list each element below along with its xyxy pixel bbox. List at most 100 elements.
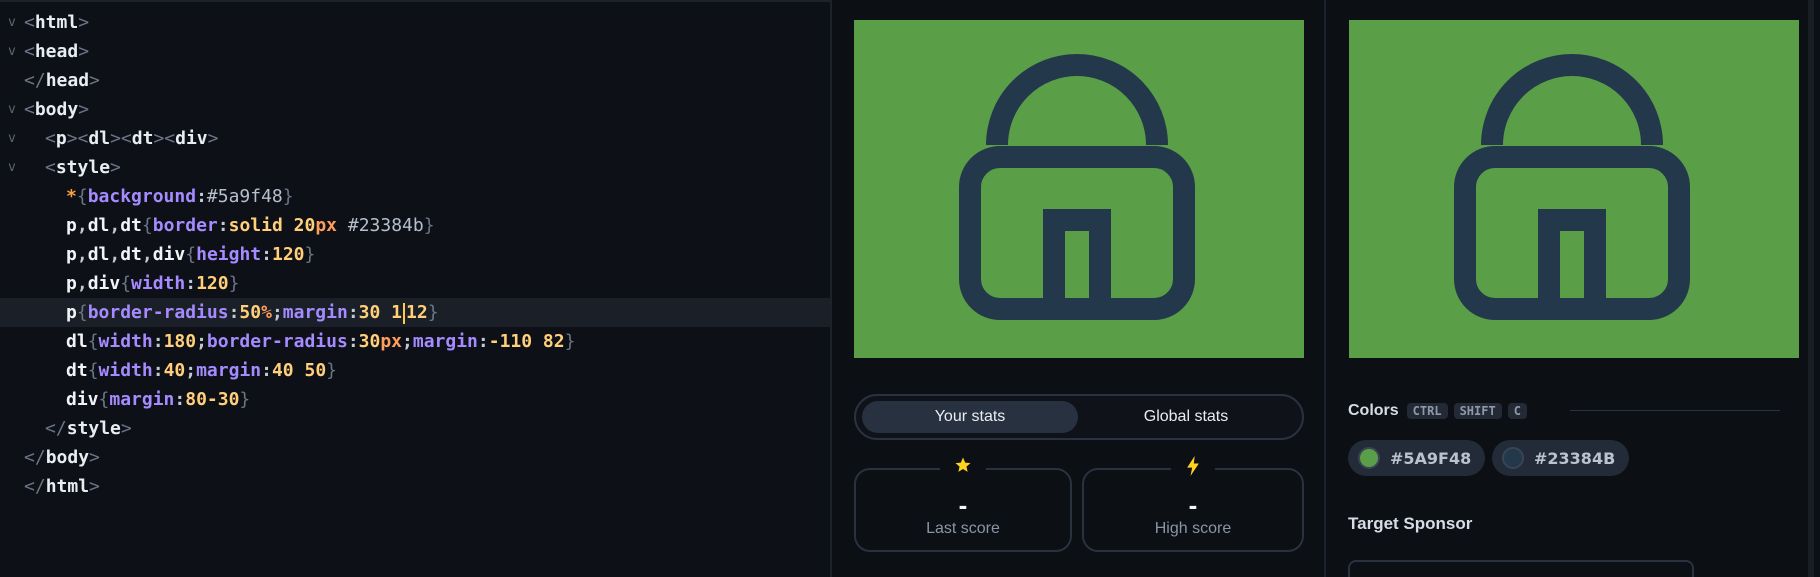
code-line[interactable]: </head> [0, 66, 830, 95]
color-swatch-green[interactable]: #5A9F48 [1348, 440, 1485, 476]
code-text: <style> [45, 153, 121, 182]
code-token: < [24, 12, 35, 33]
fold-chevron-icon[interactable]: v [8, 8, 16, 37]
code-text: <p><dl><dt><div> [45, 124, 218, 153]
text-cursor [403, 302, 406, 324]
code-token: < [45, 128, 56, 149]
code-token: , [76, 215, 88, 236]
code-token: width [98, 360, 153, 381]
code-token: #5a9f48 [206, 186, 283, 207]
code-line[interactable]: p{border-radius:50%;margin:30 1 12} [0, 298, 830, 327]
code-text: p,dl,dt{border:solid 20px #23384b} [66, 211, 435, 240]
code-token: : [196, 186, 207, 207]
code-line[interactable]: v <head> [0, 37, 830, 66]
code-token: > [120, 418, 132, 439]
code-token: dt [66, 360, 88, 381]
code-line[interactable]: *{background:#5a9f48} [0, 182, 830, 211]
code-line[interactable]: v <p><dl><dt><div> [0, 124, 830, 153]
code-token: >< [66, 128, 89, 149]
code-editor[interactable]: v <html> v <head> </head> v <body> v <p><dl><dt>… [0, 0, 830, 577]
code-line[interactable]: dl{width:180;border-radius:30px;margin:-… [0, 327, 830, 356]
code-token: : [174, 389, 186, 410]
code-token: div [152, 244, 186, 265]
output-render [959, 54, 1195, 320]
code-token: margin [412, 331, 478, 352]
code-text: *{background:#5a9f48} [66, 182, 294, 211]
code-token: solid [228, 215, 294, 236]
code-text: div{margin:80-30} [66, 385, 250, 414]
code-token: div [87, 273, 121, 294]
code-text: dt{width:40;margin:40 50} [66, 356, 337, 385]
code-token: head [34, 41, 79, 62]
code-text: p{border-radius:50%;margin:30 1 12} [66, 298, 439, 327]
code-token: : [347, 331, 359, 352]
code-line[interactable]: </style> [0, 414, 830, 443]
code-token: { [76, 186, 88, 207]
target-render [1454, 54, 1690, 320]
shortcut-key: C [1507, 403, 1527, 419]
swatch-hex: #5A9F48 [1390, 448, 1472, 468]
code-token: , [141, 244, 153, 265]
fold-chevron-icon[interactable]: v [8, 124, 16, 153]
code-text: </html> [24, 472, 100, 501]
code-token: { [76, 302, 88, 323]
code-line[interactable]: div{margin:80-30} [0, 385, 830, 414]
tab-your-stats[interactable]: Your stats [862, 401, 1078, 433]
code-token: * [66, 186, 77, 207]
code-line[interactable]: </body> [0, 443, 830, 472]
code-token: </ [24, 70, 46, 91]
code-token: } [427, 302, 439, 323]
fold-chevron-icon[interactable]: v [8, 153, 16, 182]
code-token: > [78, 12, 90, 33]
code-line[interactable]: p,div{width:120} [0, 269, 830, 298]
code-line[interactable]: p,dl,dt{border:solid 20px #23384b} [0, 211, 830, 240]
code-token: width [131, 273, 186, 294]
code-line[interactable]: v <style> [0, 153, 830, 182]
code-line[interactable]: v <body> [0, 95, 830, 124]
panel-divider[interactable] [830, 0, 832, 577]
fold-chevron-icon[interactable]: v [8, 37, 16, 66]
code-token: body [34, 99, 79, 120]
code-token: > [78, 99, 90, 120]
code-token: 30 1 [358, 302, 403, 323]
code-token: , [109, 215, 121, 236]
code-line[interactable]: p,dl,dt,div{height:120} [0, 240, 830, 269]
code-token: p [66, 215, 77, 236]
code-token: : [185, 273, 197, 294]
code-token: } [326, 360, 337, 381]
code-token: 40 50 [271, 360, 327, 381]
code-token: dt [131, 128, 154, 149]
code-token: ; [196, 331, 207, 352]
tab-global-stats[interactable]: Global stats [1078, 401, 1294, 433]
fold-chevron-icon[interactable]: v [8, 95, 16, 124]
color-swatch-navy[interactable]: #23384B [1492, 440, 1629, 476]
code-line[interactable]: dt{width:40;margin:40 50} [0, 356, 830, 385]
code-token: </ [24, 476, 46, 497]
code-text: dl{width:180;border-radius:30px;margin:-… [66, 327, 575, 356]
output-preview[interactable] [854, 20, 1304, 358]
code-token: , [76, 244, 88, 265]
code-token: : [152, 360, 164, 381]
code-token: } [564, 331, 576, 352]
code-text: p,div{width:120} [66, 269, 239, 298]
panel-divider [1324, 0, 1326, 577]
code-line[interactable]: v <html> [0, 8, 830, 37]
code-token: width [98, 331, 153, 352]
code-token: >< [110, 128, 132, 149]
code-token: border [152, 215, 218, 236]
code-token: } [239, 389, 251, 410]
code-line[interactable]: </html> [0, 472, 830, 501]
code-token: 120 [196, 273, 229, 294]
code-token: >< [153, 128, 176, 149]
code-token: margin [196, 360, 262, 381]
code-token: < [45, 157, 56, 178]
code-token: dl [88, 128, 111, 149]
code-token: 80-30 [185, 389, 240, 410]
sponsor-box [1348, 560, 1694, 577]
code-token: { [185, 244, 197, 265]
code-token: { [141, 215, 153, 236]
lightning-icon [1171, 456, 1215, 482]
code-token: p [66, 244, 77, 265]
code-token: height [196, 244, 262, 265]
scrollbar[interactable] [1808, 0, 1814, 577]
